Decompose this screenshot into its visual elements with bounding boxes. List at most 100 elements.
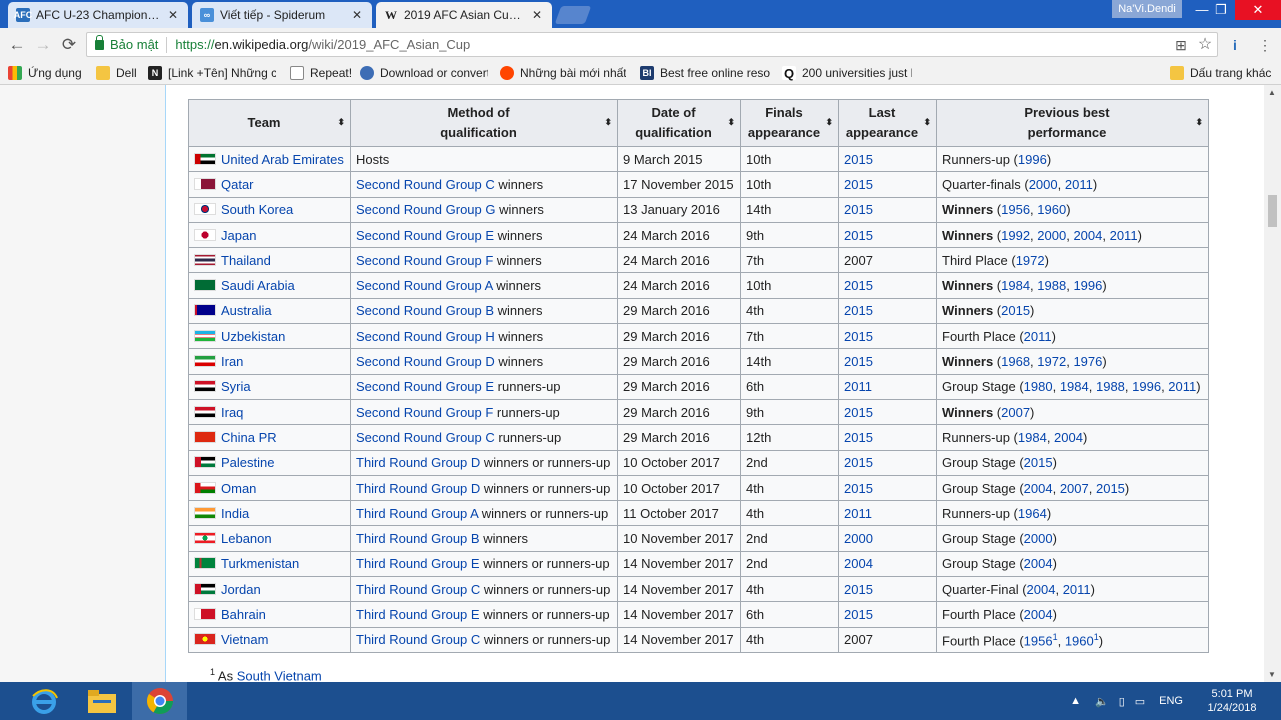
last-appearance-link[interactable]: 2015 [844,303,873,318]
column-header[interactable]: Previous best performance ⬍ [936,99,1209,147]
address-bar[interactable]: Bảo mật https://en.wikipedia.org/wiki/20… [86,32,1218,57]
year-link[interactable]: 1996 [1132,379,1161,394]
scroll-up-icon[interactable]: ▲ [1268,88,1276,97]
bookmark-item[interactable]: Q 200 universities just l [782,65,912,81]
year-link[interactable]: 2011 [1065,177,1093,192]
method-link[interactable]: Second Round Group F [356,253,493,268]
method-link[interactable]: Second Round Group E [356,228,494,243]
method-link[interactable]: Third Round Group C [356,632,480,647]
method-link[interactable]: Third Round Group C [356,582,480,597]
year-link[interactable]: 1996 [1018,152,1047,167]
method-link[interactable]: Third Round Group B [356,531,480,546]
footnote-ref[interactable]: 1 [1053,632,1058,642]
team-link[interactable]: Lebanon [221,531,272,546]
last-appearance-link[interactable]: 2004 [844,556,873,571]
show-hidden-icons-icon[interactable]: ▲ [1070,695,1081,707]
footnote-link[interactable]: South Vietnam [237,668,322,682]
sort-icon[interactable]: ⬍ [337,117,345,128]
secure-indicator[interactable]: Bảo mật [95,34,158,52]
last-appearance-link[interactable]: 2015 [844,405,873,420]
year-link[interactable]: 1992 [1001,228,1030,243]
profile-badge[interactable]: Na'Vi.Dendi [1112,0,1182,18]
team-link[interactable]: Jordan [221,582,261,597]
method-link[interactable]: Second Round Group G [356,202,495,217]
file-explorer-icon[interactable] [74,682,129,720]
team-link[interactable]: Oman [221,481,256,496]
year-link[interactable]: 1972 [1016,253,1045,268]
close-tab-icon[interactable]: ✕ [530,8,544,22]
network-icon[interactable]: ▭ [1135,695,1145,708]
column-header[interactable]: Team ⬍ [188,99,351,147]
year-link[interactable]: 2015 [1001,303,1030,318]
method-link[interactable]: Third Round Group E [356,556,480,571]
last-appearance-link[interactable]: 2015 [844,607,873,622]
year-link[interactable]: 2004 [1054,430,1083,445]
method-link[interactable]: Third Round Group E [356,607,480,622]
method-link[interactable]: Second Round Group C [356,430,495,445]
team-link[interactable]: Thailand [221,253,271,268]
team-link[interactable]: United Arab Emirates [221,152,344,167]
column-header[interactable]: Date of qualification ⬍ [617,99,741,147]
last-appearance-link[interactable]: 2000 [844,531,873,546]
method-link[interactable]: Third Round Group D [356,481,480,496]
ie-icon[interactable] [16,682,71,720]
year-link[interactable]: 1976 [1073,354,1102,369]
scroll-thumb[interactable] [1268,195,1277,227]
bookmark-item[interactable]: Những bài mới nhất [500,65,626,81]
new-tab-button[interactable] [554,6,592,24]
method-link[interactable]: Second Round Group A [356,278,493,293]
sort-icon[interactable]: ⬍ [825,117,833,128]
team-link[interactable]: Vietnam [221,632,268,647]
star-icon[interactable]: ☆ [1196,36,1214,54]
bookmark-apps[interactable]: Ứng dụng [8,65,82,81]
year-link[interactable]: 1984 [1060,379,1089,394]
last-appearance-link[interactable]: 2015 [844,177,873,192]
sort-icon[interactable]: ⬍ [1195,117,1203,128]
year-link[interactable]: 2007 [1001,405,1030,420]
team-link[interactable]: Qatar [221,177,254,192]
last-appearance-link[interactable]: 2015 [844,228,873,243]
power-icon[interactable]: ▯ [1119,695,1125,708]
team-link[interactable]: India [221,506,249,521]
menu-icon[interactable]: ⋮ [1256,36,1274,54]
year-link[interactable]: 2011 [1024,329,1052,344]
tab-spiderum[interactable]: ∞ Viết tiếp - Spiderum ✕ [192,2,372,28]
team-link[interactable]: Palestine [221,455,274,470]
column-header[interactable]: Last appearance ⬍ [838,99,937,147]
year-link[interactable]: 1980 [1024,379,1053,394]
last-appearance-link[interactable]: 2015 [844,278,873,293]
scrollbar[interactable]: ▲ ▼ [1264,85,1281,682]
translate-icon[interactable]: ⊞ [1172,36,1190,54]
method-link[interactable]: Third Round Group A [356,506,478,521]
chrome-icon[interactable] [132,682,187,720]
clock[interactable]: 5:01 PM 1/24/2018 [1197,687,1267,715]
year-link[interactable]: 1988 [1037,278,1066,293]
sort-icon[interactable]: ⬍ [923,117,931,128]
last-appearance-link[interactable]: 2015 [844,152,873,167]
year-link[interactable]: 2007 [1060,481,1089,496]
year-link[interactable]: 1988 [1096,379,1125,394]
method-link[interactable]: Second Round Group D [356,354,495,369]
column-header[interactable]: Finals appearance ⬍ [740,99,839,147]
method-link[interactable]: Second Round Group B [356,303,494,318]
last-appearance-link[interactable]: 2015 [844,354,873,369]
bookmark-item[interactable]: Dell [96,65,146,81]
year-link[interactable]: 1960 [1065,633,1094,648]
scroll-down-icon[interactable]: ▼ [1268,670,1276,679]
year-link[interactable]: 1984 [1018,430,1047,445]
bookmark-item[interactable]: Download or convert [360,65,488,81]
team-link[interactable]: Australia [221,303,272,318]
year-link[interactable]: 2004 [1024,607,1053,622]
bookmark-other[interactable]: Dấu trang khác [1170,65,1271,81]
year-link[interactable]: 1996 [1073,278,1102,293]
team-link[interactable]: Bahrain [221,607,266,622]
team-link[interactable]: China PR [221,430,277,445]
bookmark-item[interactable]: N [Link +Tên] Những cl [148,65,276,81]
last-appearance-link[interactable]: 2011 [844,379,872,394]
team-link[interactable]: Syria [221,379,251,394]
year-link[interactable]: 2004 [1024,481,1053,496]
year-link[interactable]: 1956 [1001,202,1030,217]
year-link[interactable]: 1984 [1001,278,1030,293]
footnote-ref[interactable]: 1 [1094,632,1099,642]
method-link[interactable]: Second Round Group E [356,379,494,394]
